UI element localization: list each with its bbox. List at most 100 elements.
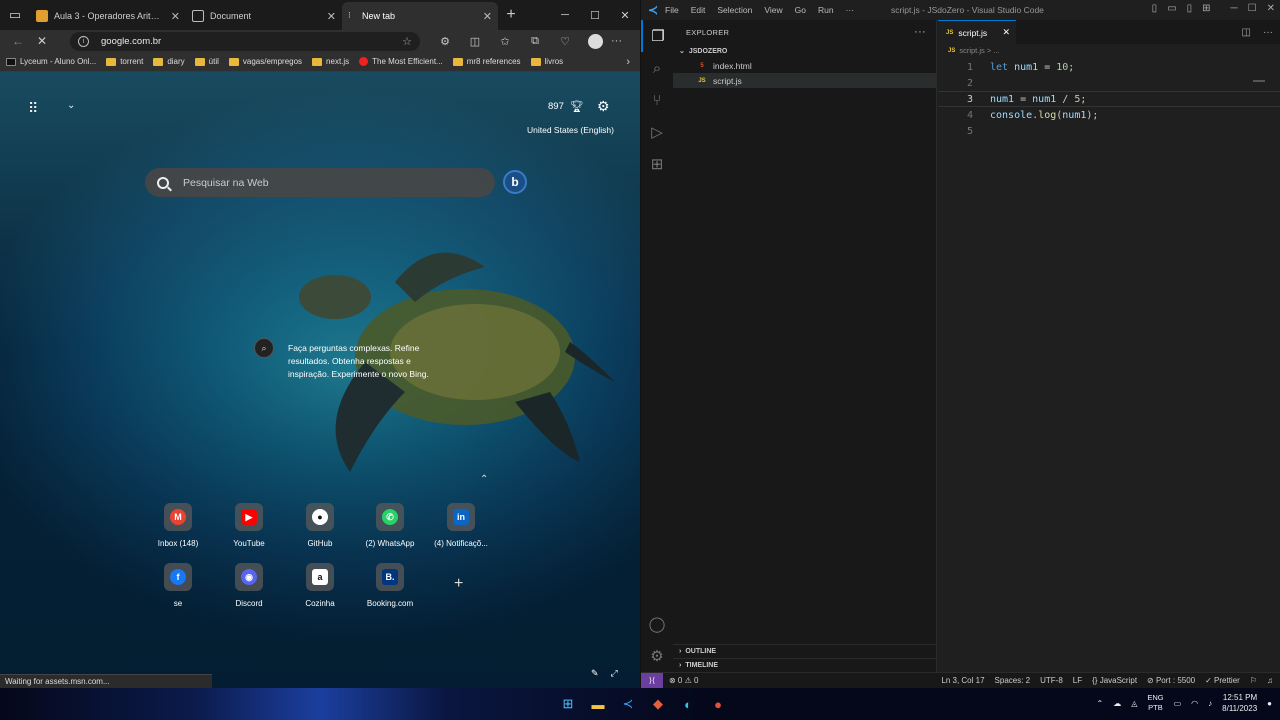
address-bar[interactable]: i google.com.br ☆ — [70, 31, 420, 51]
favorite-star-icon[interactable]: ☆ — [402, 35, 412, 48]
gear-icon[interactable]: ⚙ — [597, 98, 610, 115]
edge-taskbar-icon[interactable]: ◐ — [676, 692, 700, 716]
close-tab-icon[interactable]: ✕ — [483, 10, 492, 23]
vscode-taskbar-icon[interactable]: ≺ — [616, 692, 640, 716]
network-icon[interactable]: ◬ — [1131, 699, 1137, 708]
search-icon[interactable]: ⌕ — [641, 52, 673, 84]
outline-section[interactable]: › OUTLINE — [673, 644, 937, 658]
menu-run[interactable]: Run — [818, 5, 834, 15]
edit-background-icon[interactable]: ✎ — [591, 668, 599, 679]
add-quick-link-icon[interactable]: + — [454, 575, 463, 593]
chevron-up-icon[interactable]: ⌃ — [480, 474, 488, 485]
more-actions-icon[interactable]: ··· — [1263, 27, 1273, 38]
maximize-button[interactable]: ☐ — [580, 9, 610, 22]
stop-icon[interactable]: ✕ — [30, 34, 54, 48]
breadcrumb[interactable]: JS script.js > ... — [938, 44, 1280, 57]
quick-link-gmail[interactable]: M Inbox (148) — [142, 503, 214, 548]
quick-link-github[interactable]: ● GitHub — [284, 503, 356, 548]
account-icon[interactable]: ◯ — [641, 608, 673, 640]
search-box[interactable] — [145, 168, 495, 197]
language-indicator[interactable]: ENG PTB — [1147, 693, 1163, 713]
bookmark-folder[interactable]: diary — [153, 57, 185, 66]
profile-avatar[interactable] — [588, 33, 603, 49]
menu-view[interactable]: View — [764, 5, 782, 15]
file-explorer-icon[interactable]: ▬ — [586, 692, 610, 716]
cursor-position[interactable]: Ln 3, Col 17 — [941, 676, 984, 685]
maximize-button[interactable]: ☐ — [1248, 3, 1257, 14]
chevron-up-icon[interactable]: ⌃ — [1096, 699, 1103, 708]
microphone-icon[interactable]: ● — [706, 692, 730, 716]
notifications-bell-icon[interactable]: ♫ — [1267, 676, 1273, 685]
bing-search-icon[interactable]: ⌕ — [254, 338, 274, 358]
live-server-port[interactable]: ⊘ Port : 5500 — [1147, 676, 1195, 685]
rewards-badge[interactable]: 897 🏆︎ — [548, 100, 584, 113]
tab-new-tab[interactable]: ⁝ New tab ✕ — [342, 2, 498, 30]
app-launcher-icon[interactable]: ⠿ — [28, 100, 38, 117]
close-icon[interactable]: ✕ — [1002, 27, 1010, 38]
menu-edit[interactable]: Edit — [691, 5, 706, 15]
quick-link-discord[interactable]: ◉ Discord — [213, 563, 285, 608]
more-menu-icon[interactable]: ··· — [611, 35, 622, 47]
editor-tab-script-js[interactable]: JS script.js ✕ — [938, 20, 1016, 44]
minimap[interactable] — [1253, 80, 1265, 82]
close-button[interactable]: ✕ — [610, 9, 640, 22]
menu-selection[interactable]: Selection — [717, 5, 752, 15]
tab-actions-icon[interactable]: ▭ — [0, 0, 30, 30]
bookmark-folder[interactable]: mr8 references — [452, 57, 521, 66]
encoding[interactable]: UTF-8 — [1040, 676, 1063, 685]
toggle-secondary-sidebar-icon[interactable]: ▯ — [1187, 3, 1193, 14]
quick-link-booking[interactable]: B. Booking.com — [354, 563, 426, 608]
toggle-panel-icon[interactable]: ▭ — [1167, 3, 1176, 14]
wifi-icon[interactable]: ◠ — [1191, 699, 1198, 708]
extensions-icon[interactable]: ⚙ — [430, 35, 460, 48]
minimize-button[interactable]: ─ — [550, 9, 580, 21]
display-icon[interactable]: ▭ — [1174, 699, 1182, 708]
menu-more[interactable]: ··· — [846, 5, 855, 15]
bing-prompt-text[interactable]: Faça perguntas complexas. Refine resulta… — [288, 342, 448, 381]
run-debug-icon[interactable]: ▷ — [641, 116, 673, 148]
toggle-sidebar-icon[interactable]: ▯ — [1152, 3, 1158, 14]
layout-icon[interactable]: ⊞ — [1202, 3, 1210, 14]
start-windows-icon[interactable]: ⊞ — [556, 692, 580, 716]
end-of-line[interactable]: LF — [1073, 676, 1082, 685]
feedback-icon[interactable]: ⚐ — [1250, 676, 1257, 685]
minimize-button[interactable]: ─ — [1231, 3, 1238, 14]
split-editor-icon[interactable]: ◫ — [1242, 27, 1251, 38]
split-screen-icon[interactable]: ◫ — [460, 35, 490, 48]
file-item-script-js[interactable]: JS script.js — [673, 73, 936, 88]
prettier-status[interactable]: ✓ Prettier — [1205, 676, 1240, 685]
close-tab-icon[interactable]: ✕ — [327, 10, 336, 23]
menu-go[interactable]: Go — [795, 5, 806, 15]
search-input[interactable] — [183, 176, 473, 189]
bookmark-folder[interactable]: vagas/empregos — [228, 57, 302, 66]
quick-link-amazon[interactable]: a Cozinha — [284, 563, 356, 608]
chevron-right-icon[interactable]: › — [626, 56, 630, 68]
cloud-icon[interactable]: ☁ — [1113, 699, 1121, 708]
remote-icon[interactable]: ⟩⟨ — [641, 672, 663, 689]
quick-link-facebook[interactable]: f se — [142, 563, 214, 608]
bing-chat-button[interactable]: b — [503, 170, 527, 194]
bookmark-item[interactable]: Lyceum - Aluno Onl... — [6, 57, 96, 66]
timeline-section[interactable]: › TIMELINE — [673, 658, 937, 672]
chevron-down-icon[interactable]: ⌄ — [67, 100, 75, 111]
close-tab-icon[interactable]: ✕ — [171, 10, 180, 23]
expand-icon[interactable]: ⤢ — [611, 668, 618, 679]
region-link[interactable]: United States (English) — [527, 125, 614, 135]
volume-icon[interactable]: ♪ — [1208, 699, 1212, 708]
bookmark-item[interactable]: The Most Efficient... — [359, 57, 443, 66]
new-tab-button[interactable]: + — [498, 2, 524, 28]
notification-avatar-icon[interactable]: ● — [1267, 699, 1272, 708]
close-button[interactable]: ✕ — [1267, 3, 1275, 14]
manage-gear-icon[interactable]: ⚙ — [641, 640, 673, 672]
file-item-index-html[interactable]: 5 index.html — [673, 58, 936, 73]
problems-indicator[interactable]: ⊗ 0 ⚠ 0 — [669, 676, 698, 685]
workspace-folder[interactable]: ⌄ JSDOZERO — [673, 44, 936, 58]
quick-link-whatsapp[interactable]: ✆ (2) WhatsApp — [354, 503, 426, 548]
collections-icon[interactable]: ⧉ — [520, 35, 550, 48]
source-control-icon[interactable]: ⑂ — [641, 84, 673, 116]
code-editor[interactable]: 1 let num1 = 10; 2 3 num1 = num1 / 5; 4 con… — [938, 59, 1280, 139]
language-mode[interactable]: {} JavaScript — [1092, 676, 1137, 685]
quick-link-youtube[interactable]: ▶ YouTube — [213, 503, 285, 548]
bookmark-folder[interactable]: livros — [530, 57, 563, 66]
explorer-icon[interactable]: ❐ — [641, 20, 673, 52]
